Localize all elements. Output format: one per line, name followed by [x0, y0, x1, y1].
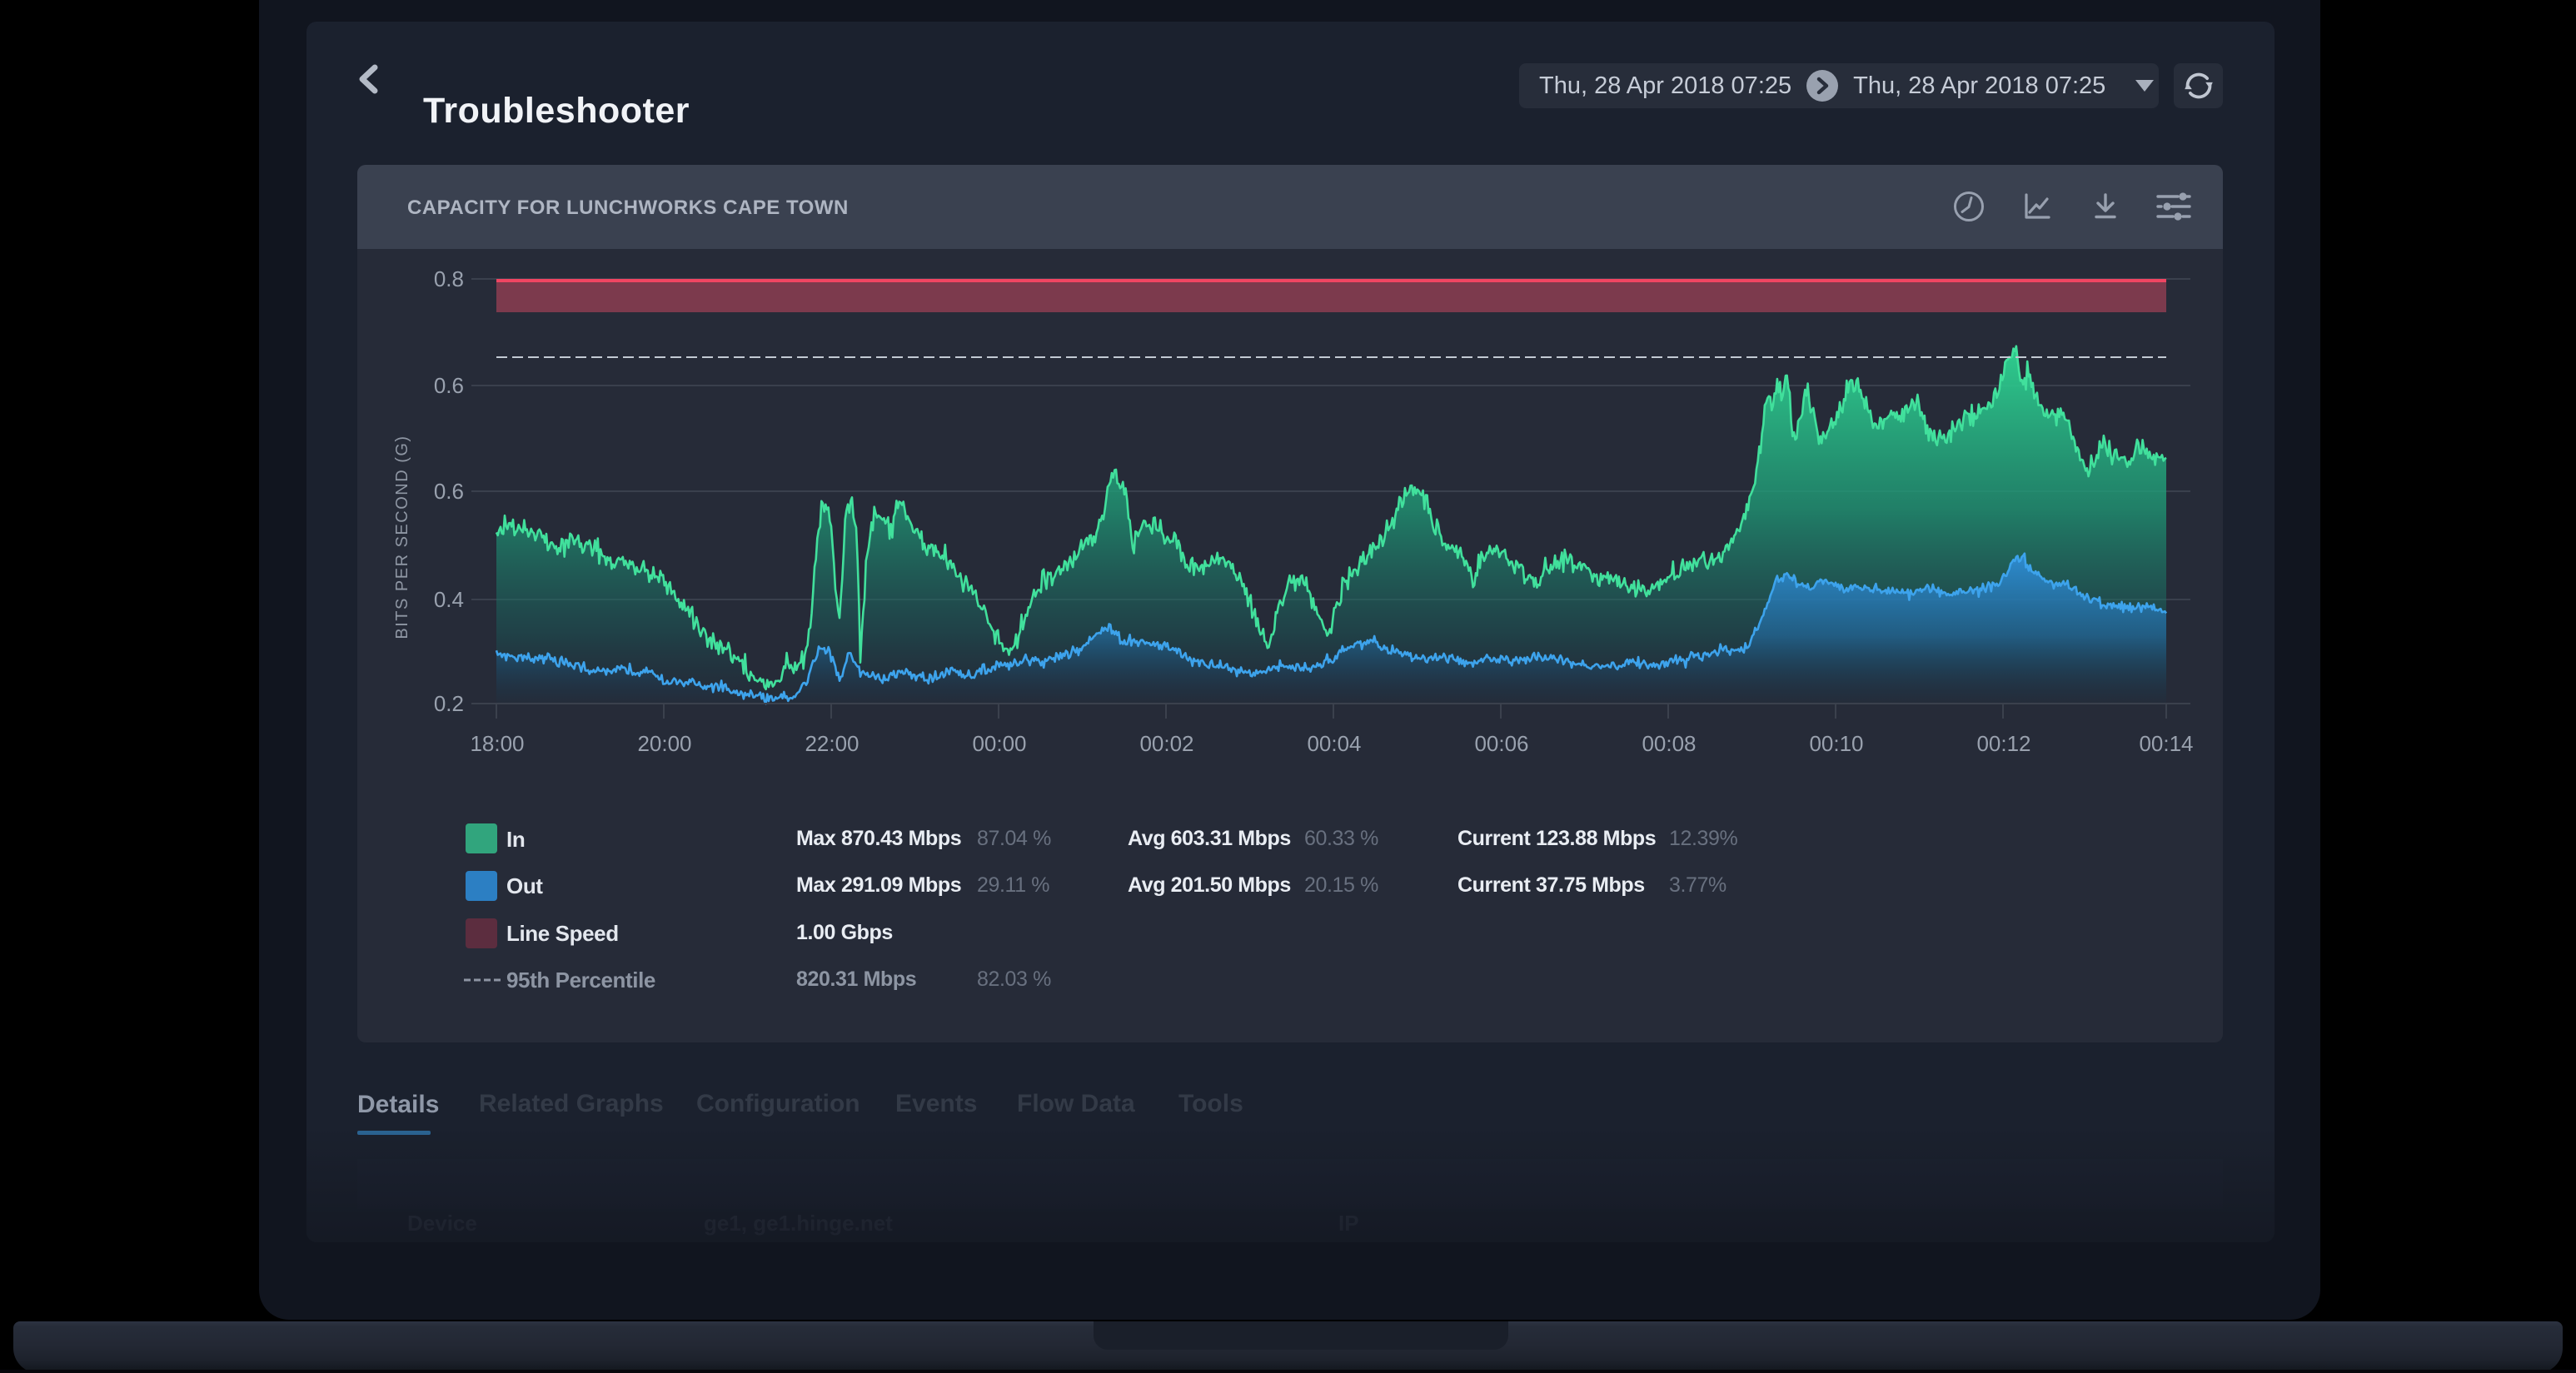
svg-text:0.4: 0.4 — [434, 587, 464, 612]
svg-text:BITS PER SECOND (G): BITS PER SECOND (G) — [393, 435, 411, 639]
svg-text:0.8: 0.8 — [434, 266, 464, 291]
svg-text:18:00: 18:00 — [470, 731, 524, 756]
svg-text:00:12: 00:12 — [1976, 731, 2030, 756]
svg-text:00:14: 00:14 — [2139, 731, 2193, 756]
svg-text:00:00: 00:00 — [972, 731, 1026, 756]
svg-text:00:06: 00:06 — [1474, 731, 1528, 756]
svg-text:00:04: 00:04 — [1307, 731, 1361, 756]
svg-text:22:00: 22:00 — [805, 731, 859, 756]
svg-text:00:02: 00:02 — [1139, 731, 1193, 756]
svg-text:0.2: 0.2 — [434, 691, 464, 716]
svg-text:0.6: 0.6 — [434, 479, 464, 504]
svg-text:00:08: 00:08 — [1642, 731, 1696, 756]
svg-text:0.6: 0.6 — [434, 373, 464, 398]
svg-text:00:10: 00:10 — [1809, 731, 1863, 756]
svg-text:20:00: 20:00 — [637, 731, 691, 756]
